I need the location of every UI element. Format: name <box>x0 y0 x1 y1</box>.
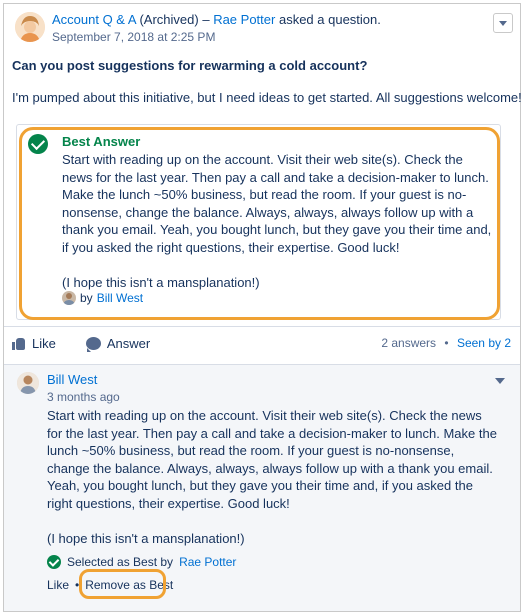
answer-timestamp[interactable]: 3 months ago <box>47 390 120 404</box>
chat-bubble-icon <box>85 337 101 352</box>
feed-header: Account Q & A (Archived) – Rae Potter as… <box>52 12 381 27</box>
seen-by-link[interactable]: Seen by 2 <box>457 336 511 350</box>
best-answer-paragraph: Start with reading up on the account. Vi… <box>62 152 492 255</box>
divider <box>4 326 520 327</box>
answer-like-link[interactable]: Like <box>47 578 69 592</box>
post-actions: Like Answer <box>12 336 180 352</box>
best-answer-author-link[interactable]: Bill West <box>97 291 143 305</box>
best-answer-paragraph: (I hope this isn't a mansplanation!) <box>62 274 260 290</box>
like-label: Like <box>32 336 56 351</box>
selected-prefix: Selected as Best by <box>67 555 174 569</box>
highlight-outline <box>79 569 166 599</box>
header-action-text: asked a question. <box>278 12 381 27</box>
avatar[interactable] <box>62 291 76 305</box>
divider <box>4 364 520 365</box>
selected-by-link[interactable]: Rae Potter <box>179 555 236 569</box>
post-timestamp[interactable]: September 7, 2018 at 2:25 PM <box>52 30 215 44</box>
best-answer-text: Start with reading up on the account. Vi… <box>62 151 492 291</box>
question-body: I'm pumped about this initiative, but I … <box>12 90 522 105</box>
answer-label: Answer <box>106 336 151 351</box>
best-answer-byline: by Bill West <box>62 291 143 305</box>
by-prefix: by <box>80 291 93 305</box>
chevron-down-icon[interactable] <box>495 378 505 384</box>
chevron-down-icon <box>499 21 507 26</box>
selected-as-best-status: Selected as Best by Rae Potter <box>47 555 236 569</box>
answer-paragraph: Start with reading up on the account. Vi… <box>47 408 497 511</box>
like-button[interactable]: Like <box>12 336 56 351</box>
post-stats: 2 answers • Seen by 2 <box>381 336 511 350</box>
archived-label: (Archived) <box>139 12 199 27</box>
answer-paragraph: (I hope this isn't a mansplanation!) <box>47 530 245 546</box>
best-answer-label: Best Answer <box>62 134 141 149</box>
answer-count: 2 answers <box>381 336 437 350</box>
group-link[interactable]: Account Q & A <box>52 12 136 27</box>
answer-button[interactable]: Answer <box>85 336 151 352</box>
best-answer-check-icon <box>28 134 48 154</box>
answer-author-avatar[interactable] <box>17 372 39 394</box>
answer-text: Start with reading up on the account. Vi… <box>47 407 497 547</box>
question-title: Can you post suggestions for rewarming a… <box>12 58 368 73</box>
answer-author-link[interactable]: Bill West <box>47 372 97 387</box>
post-menu-button[interactable] <box>493 13 513 33</box>
separator-dot: • <box>444 336 449 350</box>
check-icon <box>47 555 61 569</box>
header-separator: – <box>202 12 210 27</box>
thumbs-up-icon <box>12 337 26 350</box>
user-avatar[interactable] <box>15 12 45 42</box>
author-link[interactable]: Rae Potter <box>213 12 275 27</box>
